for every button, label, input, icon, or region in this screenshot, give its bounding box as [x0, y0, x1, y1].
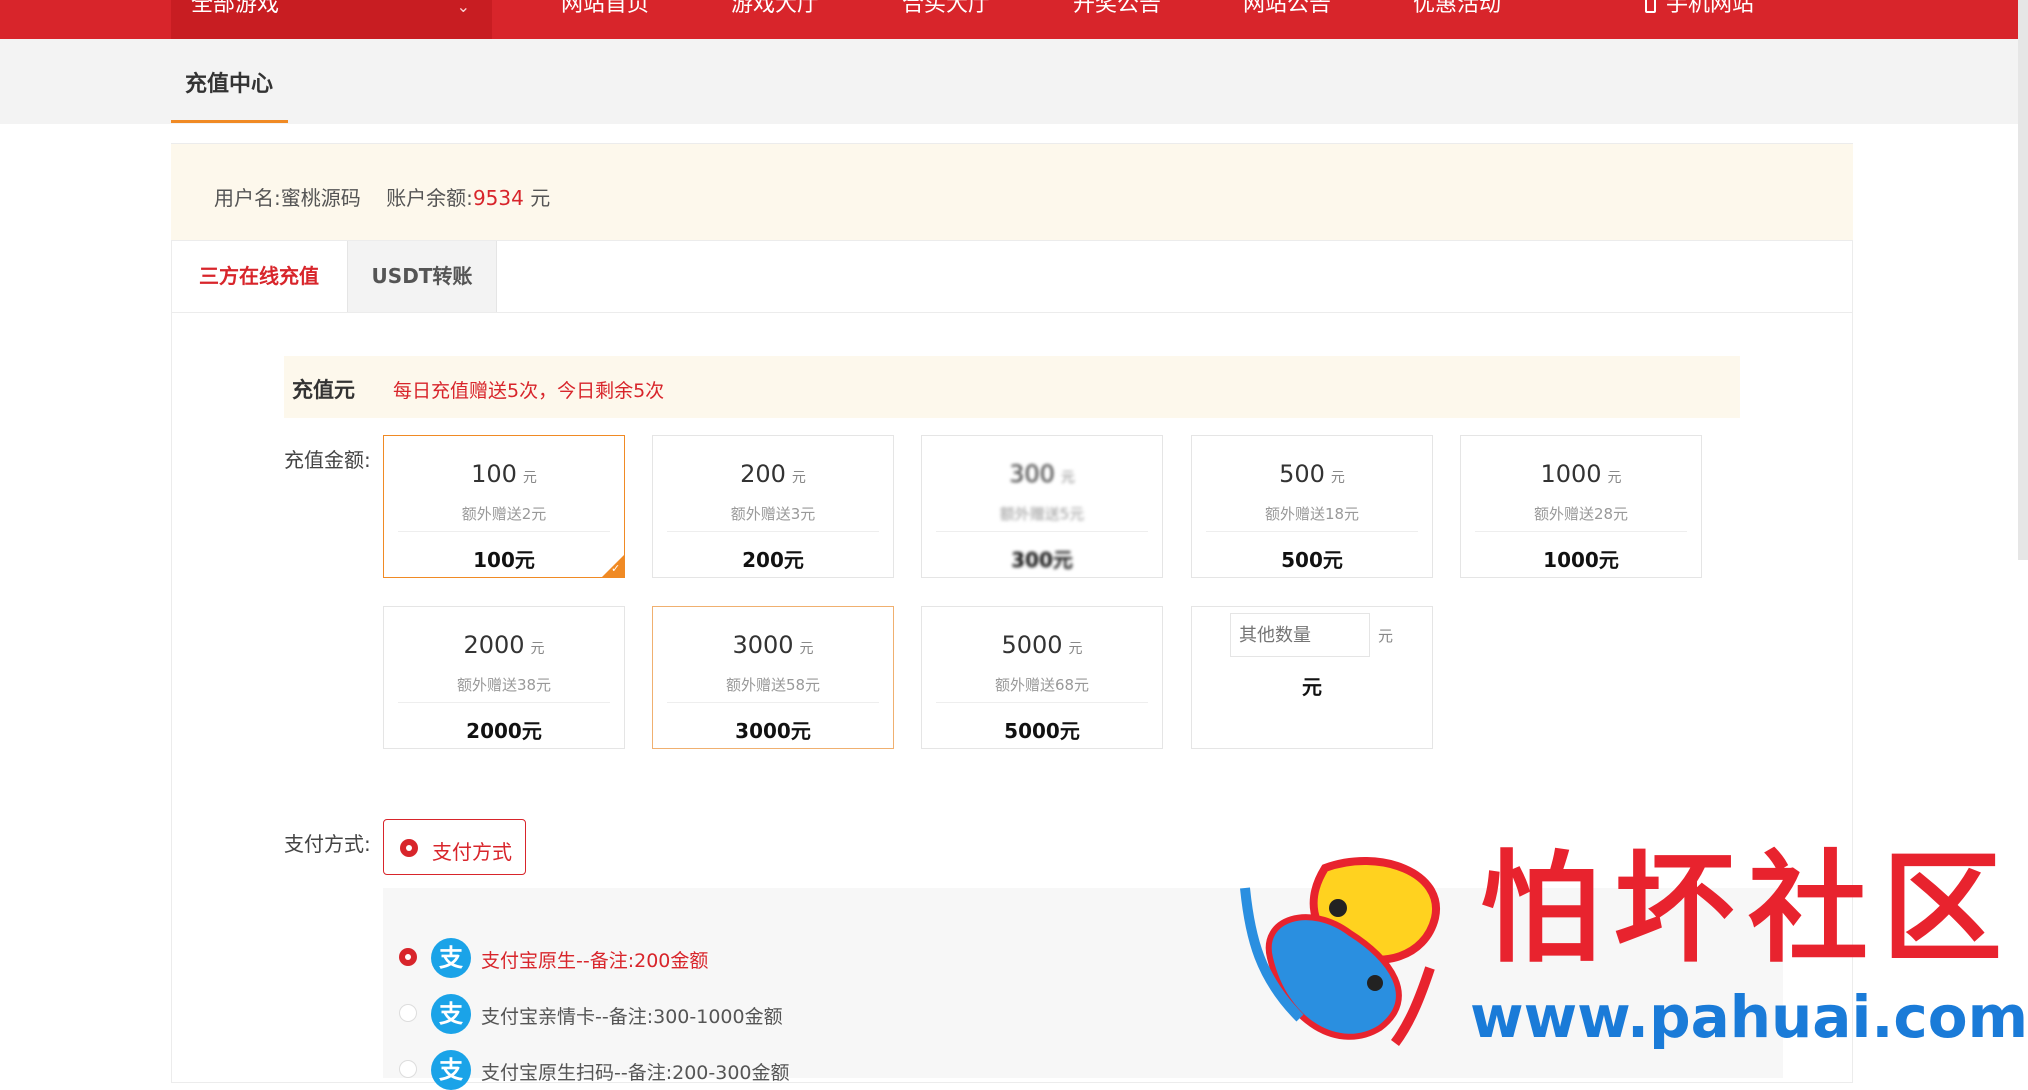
amount-value: 5000 元 [1001, 631, 1083, 659]
scrollbar[interactable] [2018, 0, 2028, 560]
radio-icon [399, 1060, 417, 1078]
radio-icon [399, 1004, 417, 1022]
balance-label: 账户余额: [386, 186, 473, 210]
amount-card-300[interactable]: 300 元 额外赠送5元 300元 [921, 435, 1163, 578]
nav-item-promotions[interactable]: 优惠活动 [1413, 0, 1501, 16]
amount-bonus: 额外赠送58元 [725, 676, 821, 694]
recharge-notice-bar: 充值元 每日充值赠送5次，今日剩余5次 [284, 356, 1740, 418]
page-title: 充值中心 [185, 72, 274, 97]
amount-value: 2000 元 [463, 631, 545, 659]
amount-bonus: 额外赠送3元 [730, 505, 816, 523]
page-title-underline [171, 120, 288, 123]
user-info-bar: 用户名:蜜桃源码 账户余额:9534 元 [171, 144, 1853, 241]
nav-item-group-buy[interactable]: 合买大厅 [902, 0, 990, 16]
payment-option-label: 支付宝亲情卡--备注:300-1000金额 [481, 1006, 783, 1028]
amount-card-500[interactable]: 500 元 额外赠送18元 500元 [1191, 435, 1433, 578]
amount-label: 充值金额: [284, 448, 371, 472]
payment-method-button[interactable]: 支付方式 [383, 819, 526, 875]
payment-option-alipay-native[interactable]: 支 支付宝原生--备注:200金额 [383, 937, 1283, 978]
watermark-fish-logo-icon [1240, 857, 1441, 1046]
divider [398, 702, 610, 703]
recharge-notice: 每日充值赠送5次，今日剩余5次 [393, 380, 665, 402]
amount-bonus: 额外赠送18元 [1264, 505, 1360, 523]
all-games-label: 全部游戏 [191, 0, 280, 17]
user-info-text: 用户名:蜜桃源码 账户余额:9534 元 [214, 182, 550, 211]
divider [667, 702, 879, 703]
selected-check-icon: ✓ [602, 555, 624, 577]
divider [1206, 531, 1418, 532]
nav-item-mobile[interactable]: 手机网站 [1645, 0, 1754, 16]
amount-value: 3000 元 [732, 631, 814, 659]
divider [1475, 531, 1687, 532]
amount-card-200[interactable]: 200 元 额外赠送3元 200元 [652, 435, 894, 578]
all-games-dropdown[interactable]: 全部游戏 ⌄ [171, 0, 492, 39]
amount-value: 100 元 [471, 460, 537, 488]
amount-total: 5000元 [1004, 719, 1080, 743]
divider [936, 531, 1148, 532]
balance-unit: 元 [530, 186, 551, 210]
other-amount-unit: 元 [1378, 627, 1394, 645]
amount-card-1000[interactable]: 1000 元 额外赠送28元 1000元 [1460, 435, 1702, 578]
alipay-icon: 支 [431, 994, 471, 1034]
other-amount-input[interactable] [1230, 613, 1370, 657]
chevron-down-icon: ⌄ [456, 0, 470, 16]
recharge-title: 充值元 [292, 378, 355, 402]
payment-option-alipay-scan[interactable]: 支 支付宝原生扫码--备注:200-300金额 [383, 1049, 1283, 1090]
nav-item-game-hall[interactable]: 游戏大厅 [731, 0, 819, 16]
amount-card-2000[interactable]: 2000 元 额外赠送38元 2000元 [383, 606, 625, 749]
amount-card-other[interactable]: 元 元 [1191, 606, 1433, 749]
payment-option-label: 支付宝原生扫码--备注:200-300金额 [481, 1062, 790, 1084]
nav-item-home[interactable]: 网站首页 [561, 0, 649, 16]
divider [936, 702, 1148, 703]
radio-selected-icon [400, 839, 418, 857]
tab-usdt-transfer[interactable]: USDT转账 [347, 241, 497, 312]
payment-label: 支付方式: [284, 832, 371, 856]
amount-card-5000[interactable]: 5000 元 额外赠送68元 5000元 [921, 606, 1163, 749]
recharge-tabs: 三方在线充值 USDT转账 [172, 241, 1852, 313]
amount-bonus: 额外赠送5元 [999, 505, 1085, 523]
amount-value: 300 元 [1009, 460, 1075, 488]
tab-third-party-recharge[interactable]: 三方在线充值 [172, 241, 346, 312]
amount-total: 100元 [473, 548, 535, 572]
balance-value: 9534 [472, 186, 524, 210]
amount-total: 200元 [742, 548, 804, 572]
payment-option-label: 支付宝原生--备注:200金额 [481, 950, 709, 972]
amount-value: 500 元 [1279, 460, 1345, 488]
divider [398, 531, 610, 532]
amount-total: 2000元 [466, 719, 542, 743]
phone-icon [1645, 0, 1656, 13]
other-amount-total: 元 [1302, 675, 1322, 699]
amount-bonus: 额外赠送68元 [994, 676, 1090, 694]
alipay-icon: 支 [431, 1050, 471, 1090]
amount-bonus: 额外赠送2元 [461, 505, 547, 523]
alipay-icon: 支 [431, 938, 471, 978]
payment-option-alipay-family-card[interactable]: 支 支付宝亲情卡--备注:300-1000金额 [383, 993, 1283, 1034]
amount-total: 300元 [1011, 548, 1073, 572]
amount-bonus: 额外赠送38元 [456, 676, 552, 694]
watermark-title: 怕坏社区 [1480, 840, 2016, 979]
top-nav: 全部游戏 ⌄ 网站首页 游戏大厅 合买大厅 开奖公告 网站公告 优惠活动 手机网… [0, 0, 2028, 39]
payment-method-button-label: 支付方式 [432, 840, 512, 864]
radio-selected-icon [399, 948, 417, 966]
amount-card-3000[interactable]: 3000 元 额外赠送58元 3000元 [652, 606, 894, 749]
watermark-url: www.pahuai.com [1470, 983, 2028, 1051]
amount-value: 200 元 [740, 460, 806, 488]
amount-total: 500元 [1281, 548, 1343, 572]
amount-value: 1000 元 [1540, 460, 1622, 488]
nav-item-announcements[interactable]: 网站公告 [1243, 0, 1331, 16]
divider [667, 531, 879, 532]
sub-header [0, 39, 2028, 124]
nav-item-draw-results[interactable]: 开奖公告 [1073, 0, 1161, 16]
amount-total: 1000元 [1543, 548, 1619, 572]
nav-mobile-label: 手机网站 [1666, 0, 1755, 17]
amount-card-100[interactable]: 100 元 额外赠送2元 100元 ✓ [383, 435, 625, 578]
username-label: 用户名: [214, 186, 281, 210]
username-value: 蜜桃源码 [280, 186, 361, 210]
amount-total: 3000元 [735, 719, 811, 743]
amount-bonus: 额外赠送28元 [1533, 505, 1629, 523]
